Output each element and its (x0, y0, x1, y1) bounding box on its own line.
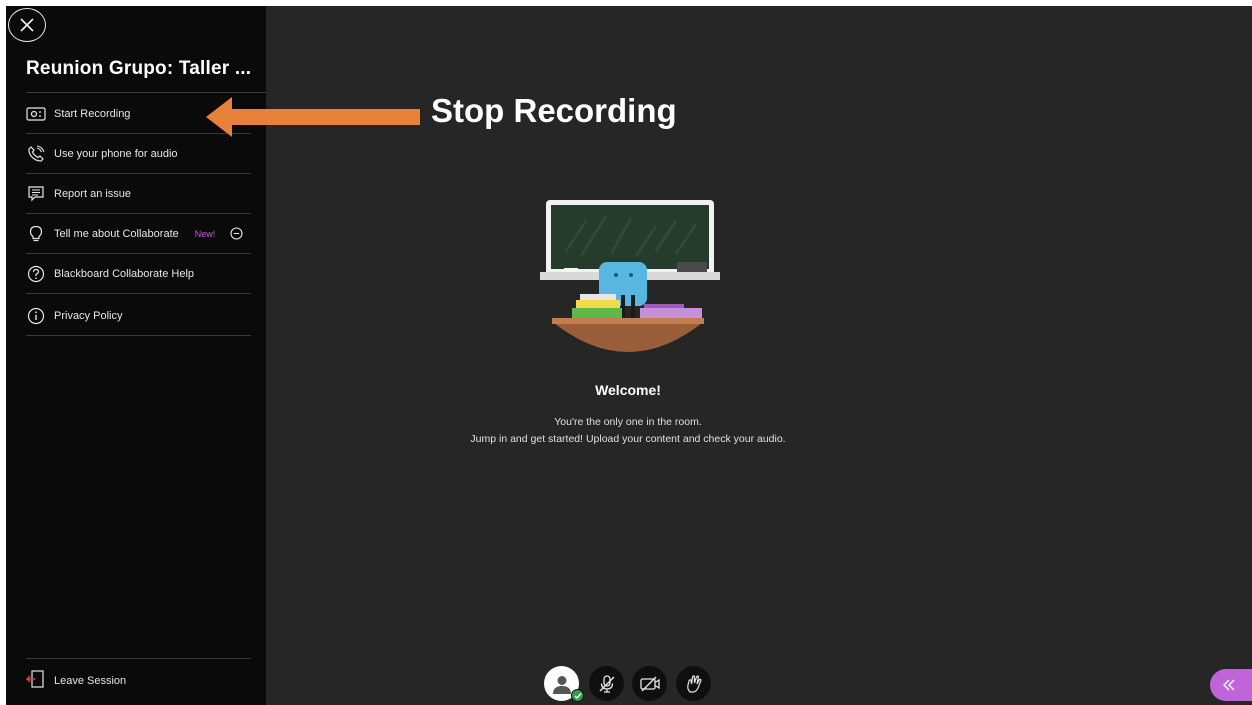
annotation-label: Stop Recording (431, 92, 677, 129)
welcome-message-line: You're the only one in the room. (554, 416, 702, 428)
welcome-heading: Welcome! (595, 382, 661, 398)
recording-camera-icon (26, 104, 46, 124)
camera-off-icon (639, 676, 660, 691)
menu-item-label: Privacy Policy (54, 309, 123, 322)
open-collaborate-panel-button[interactable] (1210, 669, 1252, 701)
double-chevron-left-icon (1223, 679, 1235, 691)
phone-audio-icon (26, 144, 46, 164)
new-badge: New! (194, 228, 216, 239)
menu-item-label: Report an issue (54, 187, 132, 200)
menu-item-label: Blackboard Collaborate Help (54, 267, 195, 280)
menu-item-label: Use your phone for audio (54, 147, 178, 160)
divider (26, 658, 251, 659)
report-issue-icon (26, 184, 46, 204)
raise-hand-icon (686, 674, 702, 693)
tell-me-about-collaborate-button[interactable]: Tell me about Collaborate New! (26, 214, 251, 254)
session-title: Reunion Grupo: Taller ... (26, 58, 252, 79)
classroom-illustration (540, 200, 720, 352)
leave-session-label: Leave Session (54, 675, 127, 687)
camera-button[interactable] (632, 666, 667, 701)
collaborate-help-button[interactable]: Blackboard Collaborate Help (26, 254, 251, 294)
microphone-muted-icon (599, 674, 614, 693)
menu-item-label: Start Recording (54, 107, 131, 120)
close-icon (20, 18, 34, 32)
report-issue-button[interactable]: Report an issue (26, 174, 251, 214)
help-question-icon (26, 264, 46, 284)
leave-session-button[interactable]: Leave Session (26, 666, 126, 696)
status-check-icon (571, 689, 584, 702)
privacy-policy-button[interactable]: Privacy Policy (26, 296, 251, 336)
welcome-message-line: Jump in and get started! Upload your con… (470, 433, 786, 445)
annotation-arrow-icon (206, 97, 420, 137)
lightbulb-icon (26, 224, 46, 244)
leave-door-icon (26, 669, 46, 694)
microphone-button[interactable] (589, 666, 624, 701)
avatar-icon (552, 675, 571, 694)
collaborate-window: Reunion Grupo: Taller ... Start Recordin… (6, 6, 1252, 705)
menu-item-label: Tell me about Collaborate (54, 227, 179, 240)
raise-hand-button[interactable] (676, 666, 711, 701)
divider (26, 92, 266, 93)
info-icon (26, 306, 46, 326)
dismiss-circle-icon[interactable] (229, 227, 243, 241)
phone-audio-button[interactable]: Use your phone for audio (26, 134, 251, 174)
close-menu-button[interactable] (8, 8, 46, 42)
